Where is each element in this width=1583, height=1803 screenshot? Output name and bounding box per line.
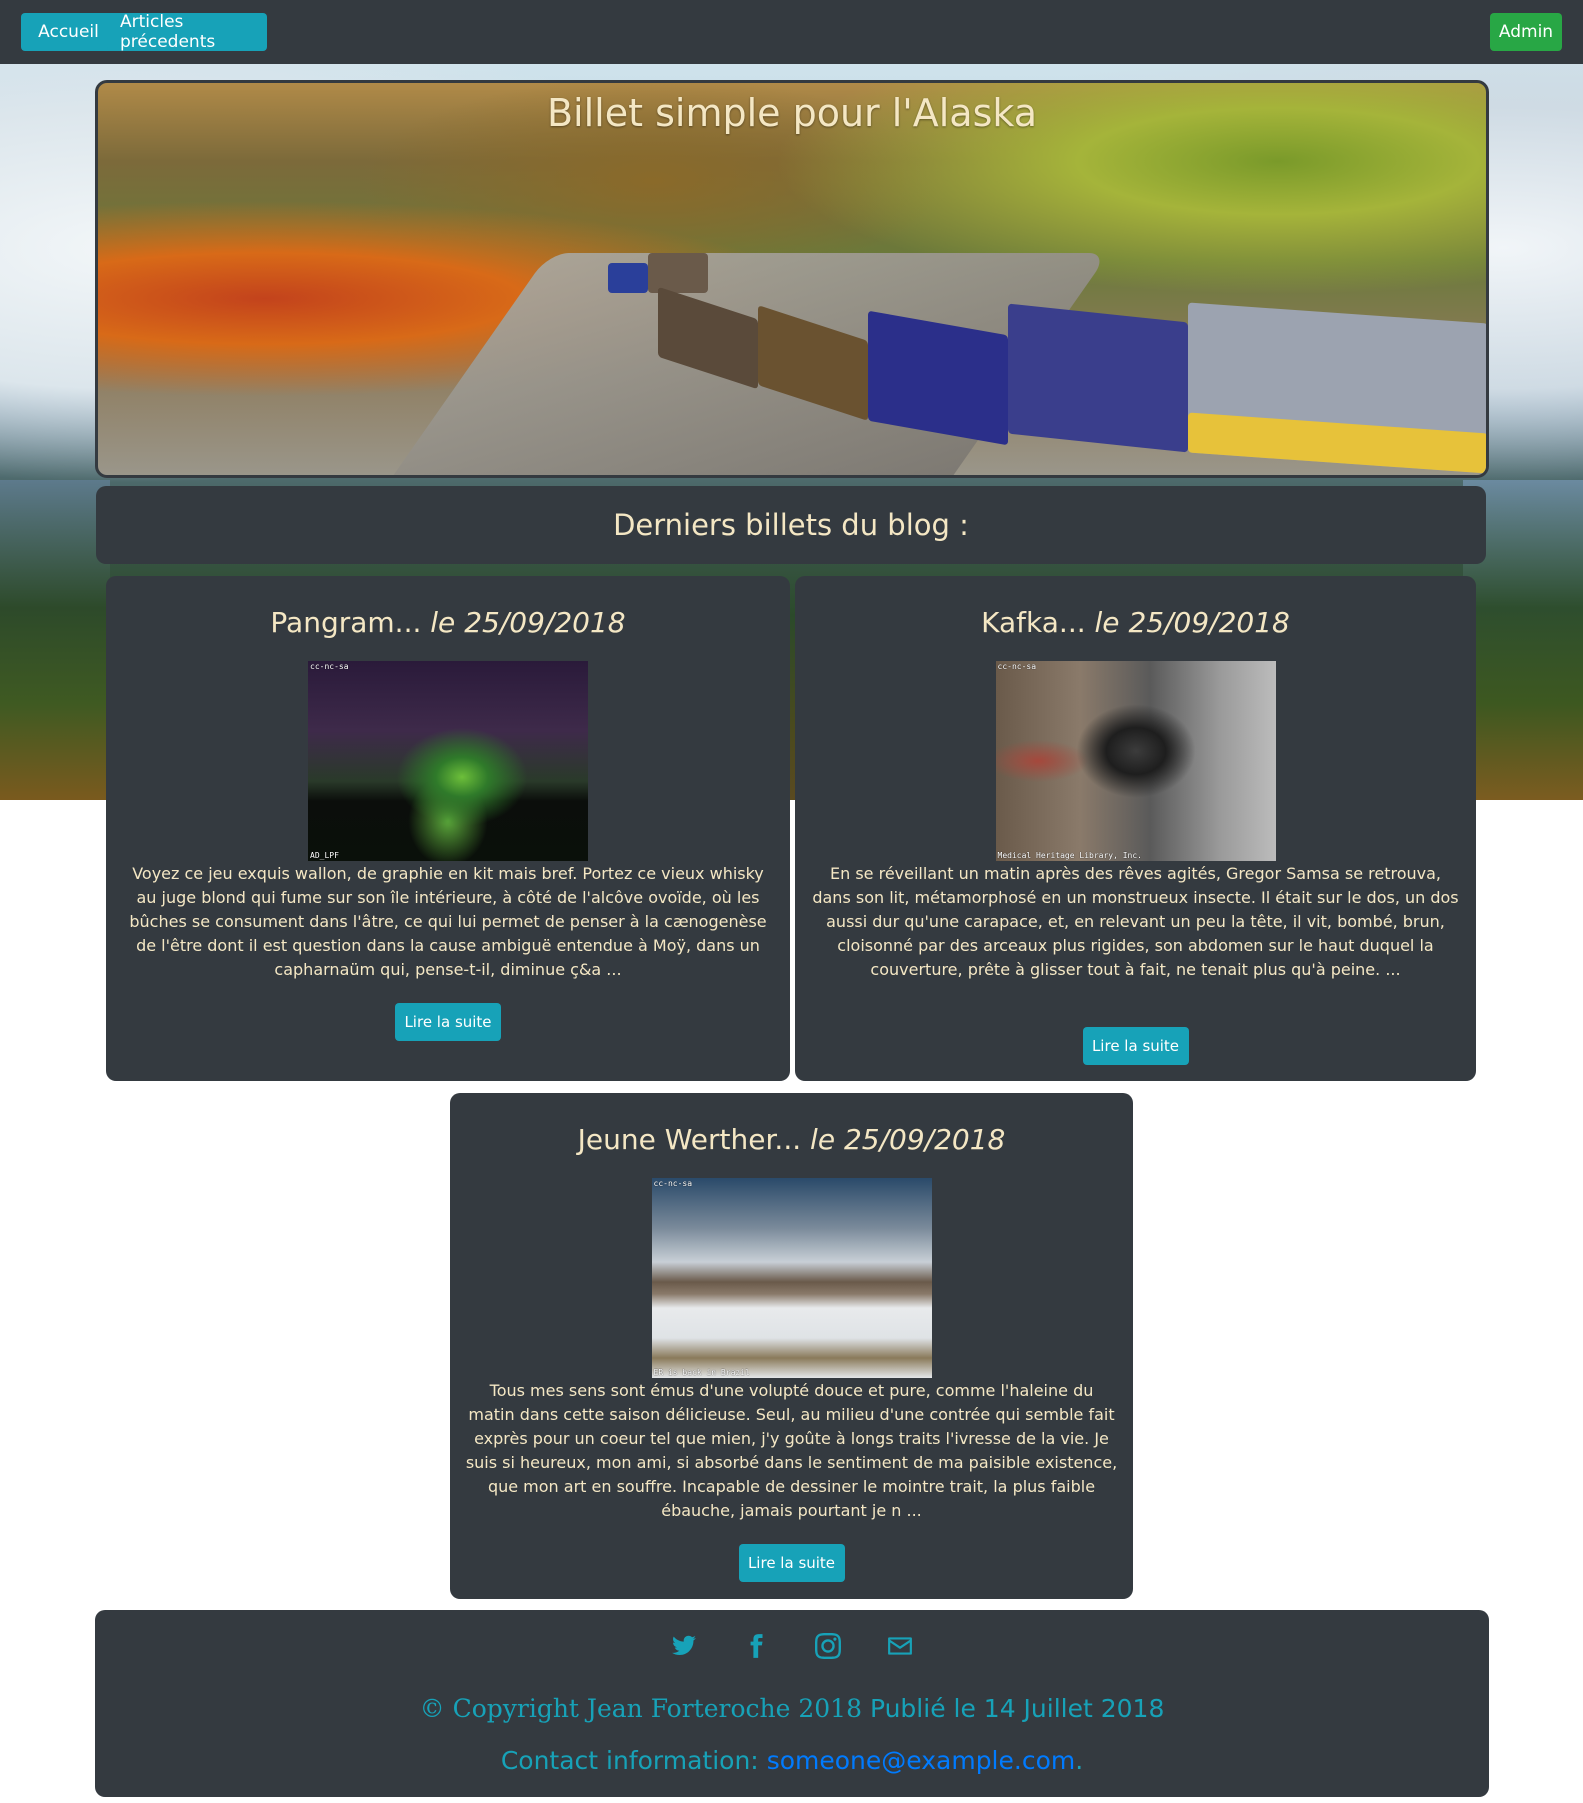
image-license-label: cc-nc-sa [997,662,1037,671]
contact-label: Contact information: [500,1746,759,1775]
article-excerpt: En se réveillant un matin après des rêve… [812,864,1459,979]
article-excerpt: Tous mes sens sont émus d'une volupté do… [465,1381,1118,1520]
article-card: Kafka... le 25/09/2018 cc-nc-sa Medical … [795,576,1476,1081]
envelope-icon[interactable] [886,1632,914,1660]
article-image: cc-nc-sa ER is back in Brazil [651,1178,932,1378]
article-title: Kafka... le 25/09/2018 [795,606,1476,639]
site-title: Billet simple pour l'Alaska [546,91,1038,135]
published-date: Publié le 14 Juillet 2018 [869,1694,1165,1723]
article-date: le 25/09/2018 [810,1123,1006,1156]
article-card: Jeune Werther... le 25/09/2018 cc-nc-sa … [450,1093,1133,1599]
twitter-icon[interactable] [670,1632,698,1660]
article-title-text: Pangram... [270,606,422,639]
header-banner: Billet simple pour l'Alaska [95,80,1489,478]
footer: © Copyright Jean Forteroche 2018 Publié … [95,1610,1489,1797]
article-title: Pangram... le 25/09/2018 [106,606,790,639]
article-date: le 25/09/2018 [1094,606,1290,639]
forest-left [0,480,110,800]
article-image: cc-nc-sa Medical Heritage Library, Inc. [995,661,1276,861]
social-links [95,1632,1489,1660]
contact-line: Contact information: someone@example.com… [95,1746,1489,1775]
instagram-icon[interactable] [814,1632,842,1660]
contact-email-link[interactable]: someone@example.com [767,1746,1076,1775]
read-more-button[interactable]: Lire la suite [395,1003,501,1041]
article-title-text: Kafka... [981,606,1086,639]
admin-button[interactable]: Admin [1490,13,1562,51]
train-image [548,193,1486,474]
copyright-text: Copyright Jean Forteroche 2018 [452,1694,862,1723]
top-navbar: Accueil Articles précedents Admin [0,0,1583,64]
read-more-button[interactable]: Lire la suite [1082,1027,1189,1065]
home-button[interactable]: Accueil [21,13,116,51]
image-credit-label: ER is back in Brazil [653,1368,750,1377]
previous-articles-button[interactable]: Articles précedents [107,12,267,52]
section-title: Derniers billets du blog : [613,508,969,542]
facebook-icon[interactable] [742,1632,770,1660]
image-credit-label: Medical Heritage Library, Inc. [997,851,1143,860]
section-header: Derniers billets du blog : [96,486,1486,564]
article-date: le 25/09/2018 [430,606,626,639]
article-excerpt: Voyez ce jeu exquis wallon, de graphie e… [129,864,767,979]
contact-suffix: . [1075,1746,1084,1775]
article-card: Pangram... le 25/09/2018 cc-nc-sa AD_LPF… [106,576,790,1081]
image-license-label: cc-nc-sa [310,662,349,671]
copyright-line: © Copyright Jean Forteroche 2018 Publié … [95,1694,1489,1723]
copyright-icon: © [419,1694,445,1723]
read-more-button[interactable]: Lire la suite [738,1544,845,1582]
article-title: Jeune Werther... le 25/09/2018 [450,1123,1133,1156]
article-title-text: Jeune Werther... [577,1123,802,1156]
image-credit-label: AD_LPF [310,851,339,860]
article-image: cc-nc-sa AD_LPF [308,661,588,861]
image-license-label: cc-nc-sa [653,1179,693,1188]
